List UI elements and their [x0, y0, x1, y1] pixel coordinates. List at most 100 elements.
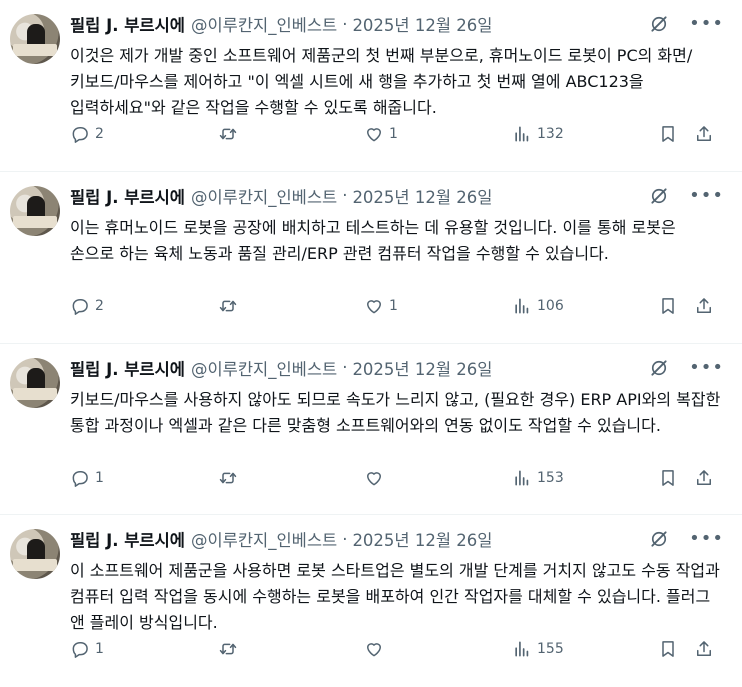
- tweet-date[interactable]: 2025년 12월 26일: [352, 12, 492, 36]
- tweet-text: 키보드/마우스를 사용하지 않아도 되므로 속도가 느리지 않고, (필요한 경…: [70, 389, 721, 435]
- reply-button[interactable]: 2: [70, 122, 104, 146]
- share-button[interactable]: [694, 294, 714, 318]
- separator-dot: ·: [342, 358, 348, 377]
- retweet-icon: [219, 300, 237, 312]
- author-name[interactable]: 필립 J. 부르시에: [70, 356, 185, 380]
- reply-icon: [72, 298, 88, 315]
- avatar[interactable]: [10, 14, 60, 64]
- like-icon: [367, 471, 381, 485]
- grok-icon[interactable]: [649, 14, 669, 34]
- views-button[interactable]: 132: [512, 122, 564, 146]
- tweet[interactable]: 필립 J. 부르시에 @이루칸지_인베스트 · 2025년 12월 26일 ••…: [0, 0, 742, 172]
- reply-icon: [72, 470, 88, 487]
- views-button[interactable]: 106: [512, 294, 564, 318]
- tweet-content: 필립 J. 부르시에 @이루칸지_인베스트 · 2025년 12월 26일 ••…: [70, 12, 724, 121]
- bookmark-icon: [662, 469, 674, 486]
- more-icon[interactable]: •••: [689, 357, 724, 378]
- views-button[interactable]: 155: [512, 637, 564, 661]
- grok-icon[interactable]: [649, 358, 669, 378]
- views-icon: [515, 470, 529, 485]
- bookmark-button[interactable]: [658, 466, 678, 490]
- tweet-actions: 1 155: [70, 637, 724, 661]
- views-count: 132: [537, 126, 564, 142]
- avatar[interactable]: [10, 357, 60, 408]
- avatar-banner: [13, 215, 57, 228]
- bookmark-button[interactable]: [658, 637, 678, 661]
- grok-icon[interactable]: [649, 186, 669, 206]
- like-count: 1: [389, 297, 398, 314]
- author-handle[interactable]: @이루칸지_인베스트: [191, 527, 337, 551]
- tweet-header: 필립 J. 부르시에 @이루칸지_인베스트 · 2025년 12월 26일: [70, 356, 724, 380]
- header-actions: •••: [649, 529, 724, 549]
- views-count: 155: [537, 641, 564, 658]
- avatar-banner: [13, 44, 57, 56]
- reply-icon: [72, 127, 88, 143]
- retweet-button[interactable]: [218, 637, 243, 661]
- share-button[interactable]: [694, 122, 714, 146]
- like-button[interactable]: [364, 466, 389, 490]
- reply-count: 1: [95, 469, 104, 486]
- tweet-text: 이것은 제가 개발 중인 소프트웨어 제품군의 첫 번째 부분으로, 휴머노이드…: [70, 46, 693, 117]
- like-icon: [367, 299, 381, 314]
- retweet-icon: [219, 128, 237, 140]
- tweet-content: 필립 J. 부르시에 @이루칸지_인베스트 · 2025년 12월 26일 ••…: [70, 184, 724, 267]
- author-name[interactable]: 필립 J. 부르시에: [70, 12, 185, 36]
- tweet-feed: 필립 J. 부르시에 @이루칸지_인베스트 · 2025년 12월 26일 ••…: [0, 0, 742, 687]
- bookmark-button[interactable]: [658, 294, 678, 318]
- header-actions: •••: [649, 185, 724, 206]
- avatar[interactable]: [10, 529, 60, 580]
- bookmark-button[interactable]: [658, 122, 678, 146]
- author-handle[interactable]: @이루칸지_인베스트: [191, 12, 337, 36]
- bookmark-icon: [662, 126, 674, 142]
- tweet-content: 필립 J. 부르시에 @이루칸지_인베스트 · 2025년 12월 26일 ••…: [70, 527, 724, 636]
- tweet[interactable]: 필립 J. 부르시에 @이루칸지_인베스트 · 2025년 12월 26일 ••…: [0, 344, 742, 516]
- like-count: 1: [389, 126, 398, 142]
- tweet[interactable]: 필립 J. 부르시에 @이루칸지_인베스트 · 2025년 12월 26일 ••…: [0, 172, 742, 344]
- separator-dot: ·: [342, 186, 348, 206]
- views-button[interactable]: 153: [512, 466, 564, 490]
- share-button[interactable]: [694, 466, 714, 490]
- tweet-header: 필립 J. 부르시에 @이루칸지_인베스트 · 2025년 12월 26일: [70, 184, 724, 208]
- reply-button[interactable]: 1: [70, 466, 104, 490]
- tweet-date[interactable]: 2025년 12월 26일: [352, 356, 492, 380]
- tweet-date[interactable]: 2025년 12월 26일: [352, 184, 492, 208]
- tweet-header: 필립 J. 부르시에 @이루칸지_인베스트 · 2025년 12월 26일: [70, 12, 724, 36]
- more-icon[interactable]: •••: [689, 14, 724, 34]
- author-handle[interactable]: @이루칸지_인베스트: [191, 184, 337, 208]
- views-icon: [515, 641, 529, 657]
- share-icon: [697, 641, 711, 657]
- more-icon[interactable]: •••: [689, 529, 724, 549]
- retweet-icon: [219, 643, 237, 655]
- share-button[interactable]: [694, 637, 714, 661]
- like-button[interactable]: 1: [364, 294, 398, 318]
- grok-icon[interactable]: [649, 529, 669, 549]
- tweet-content: 필립 J. 부르시에 @이루칸지_인베스트 · 2025년 12월 26일 ••…: [70, 356, 724, 439]
- author-name[interactable]: 필립 J. 부르시에: [70, 527, 185, 551]
- bookmark-icon: [662, 297, 674, 314]
- like-button[interactable]: [364, 637, 389, 661]
- author-name[interactable]: 필립 J. 부르시에: [70, 184, 185, 208]
- retweet-button[interactable]: [218, 122, 243, 146]
- reply-icon: [72, 642, 88, 659]
- avatar-banner: [13, 387, 57, 400]
- tweet-actions: 2 1 106: [70, 294, 724, 318]
- header-actions: •••: [649, 357, 724, 378]
- like-button[interactable]: 1: [364, 122, 398, 146]
- retweet-button[interactable]: [218, 466, 243, 490]
- share-icon: [697, 297, 711, 313]
- header-actions: •••: [649, 14, 724, 34]
- tweet-date[interactable]: 2025년 12월 26일: [352, 527, 492, 551]
- share-icon: [697, 126, 711, 141]
- views-icon: [515, 298, 529, 314]
- retweet-button[interactable]: [218, 294, 243, 318]
- tweet-header: 필립 J. 부르시에 @이루칸지_인베스트 · 2025년 12월 26일: [70, 527, 724, 551]
- tweet[interactable]: 필립 J. 부르시에 @이루칸지_인베스트 · 2025년 12월 26일 ••…: [0, 515, 742, 687]
- views-count: 153: [537, 469, 564, 486]
- avatar[interactable]: [10, 185, 60, 236]
- reply-button[interactable]: 1: [70, 637, 104, 661]
- more-icon[interactable]: •••: [689, 185, 724, 206]
- reply-button[interactable]: 2: [70, 294, 104, 318]
- reply-count: 2: [95, 126, 104, 142]
- author-handle[interactable]: @이루칸지_인베스트: [191, 356, 337, 380]
- tweet-text: 이 소프트웨어 제품군을 사용하면 로봇 스타트업은 별도의 개발 단계를 거치…: [70, 561, 720, 633]
